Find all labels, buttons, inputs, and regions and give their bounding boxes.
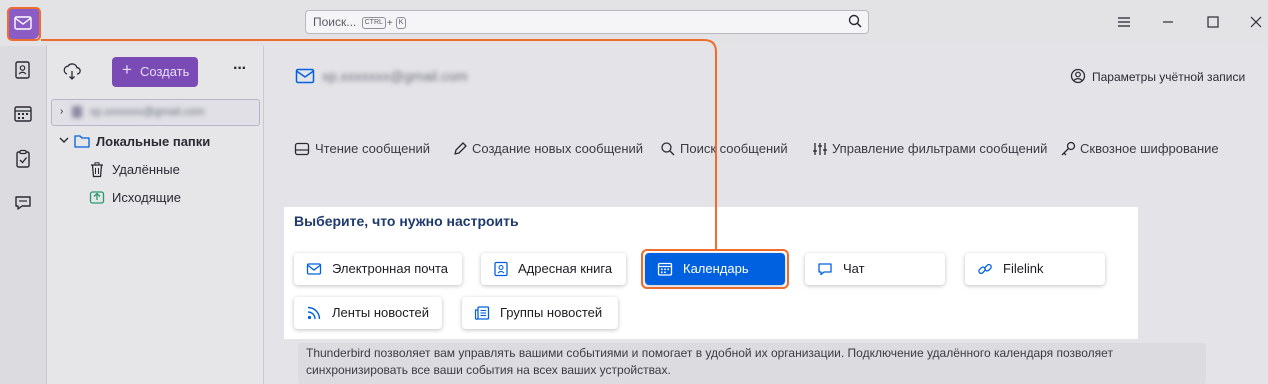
highlight-connector <box>41 39 717 249</box>
